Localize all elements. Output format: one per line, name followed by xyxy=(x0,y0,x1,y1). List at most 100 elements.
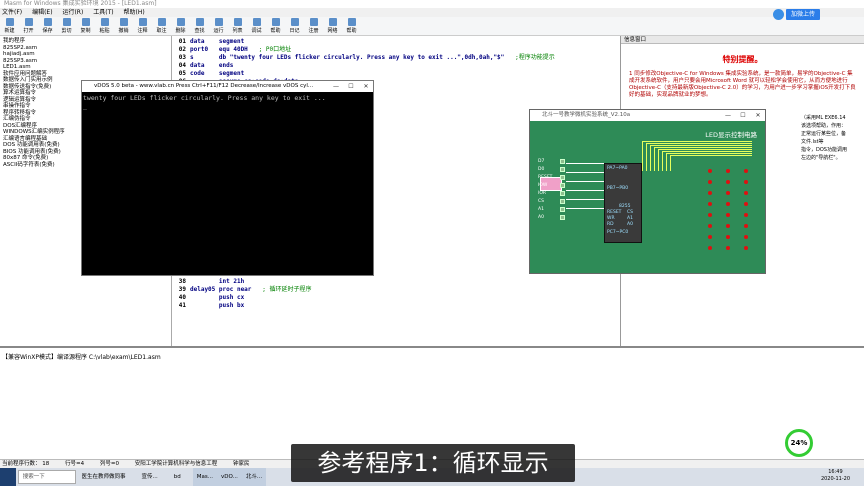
toolbar-icon xyxy=(195,18,204,26)
toolbar-button[interactable]: 撤销 xyxy=(114,17,133,36)
toolbar-button[interactable]: 网络 xyxy=(323,17,342,36)
info-panel-note: 正常运行某些位，备 xyxy=(801,131,847,137)
clock-date: 2020-11-20 xyxy=(820,476,850,482)
circuit-wire xyxy=(566,181,604,182)
taskbar-clock[interactable]: 16:49 2020-11-20 xyxy=(821,469,850,483)
toolbar-button[interactable]: 粘贴 xyxy=(95,17,114,36)
menu-file[interactable]: 文件(F) xyxy=(2,9,22,16)
code-text: push bx xyxy=(190,302,245,309)
bus-switch[interactable] xyxy=(560,183,565,188)
led-indicator xyxy=(708,235,712,239)
taskbar-task[interactable]: bd xyxy=(170,468,185,486)
circuit-wire xyxy=(566,172,604,173)
clock-time: 16:49 xyxy=(828,469,843,475)
toolbar-button-label: 帮助 xyxy=(270,28,281,34)
line-number: 41 xyxy=(178,302,186,309)
code-comment: ; P0口地址 xyxy=(258,46,292,53)
taskbar-search-box[interactable]: 搜索一下 xyxy=(17,470,76,484)
user-avatar-icon[interactable] xyxy=(773,9,784,20)
bus-switch[interactable] xyxy=(560,175,565,180)
toolbar-icon xyxy=(328,18,337,26)
minimize-button[interactable]: — xyxy=(721,110,735,121)
toolbar-button[interactable]: 查找 xyxy=(190,17,209,36)
bus-switch[interactable] xyxy=(560,191,565,196)
bus-switch[interactable] xyxy=(560,215,565,220)
close-button[interactable]: ✕ xyxy=(359,81,373,92)
code-line: 02 port0 equ 40DH ; P0口地址 xyxy=(172,46,620,54)
menu-run[interactable]: 运行(R) xyxy=(62,9,83,16)
led-indicator xyxy=(726,202,730,206)
toolbar-button[interactable]: 调试 xyxy=(247,17,266,36)
taskbar-task[interactable]: Mas... xyxy=(192,468,217,486)
toolbar-button[interactable]: 取注 xyxy=(152,17,171,36)
taskbar-task[interactable]: 医生在教师做同事 xyxy=(78,468,130,486)
circuit-wire xyxy=(646,143,752,144)
toolbar-button[interactable]: 帮助 xyxy=(266,17,285,36)
led-indicator xyxy=(744,246,748,250)
close-button[interactable]: ✕ xyxy=(751,110,765,121)
toolbar-icon xyxy=(252,18,261,26)
code-line: 01 data segment xyxy=(172,38,620,46)
toolbar-button[interactable]: 列表 xyxy=(228,17,247,36)
toolbar-button[interactable]: 打开 xyxy=(19,17,38,36)
circuit-wire xyxy=(670,155,671,171)
menu-tools[interactable]: 工具(T) xyxy=(93,9,113,16)
toolbar-button[interactable]: 注释 xyxy=(133,17,152,36)
menu-edit[interactable]: 编辑(E) xyxy=(32,9,52,16)
chip-pin-label: PB7~PB0 xyxy=(607,186,629,191)
circuit-wire xyxy=(566,190,604,191)
chip-pin-label: CS xyxy=(627,210,633,215)
toolbar-icon xyxy=(81,18,90,26)
circuit-wire xyxy=(654,147,752,148)
toolbar-button[interactable]: 剪切 xyxy=(57,17,76,36)
output-text: 【兼容WinXP模式】编译源程序 C:\vlab\exam\LED1.asm xyxy=(2,354,161,361)
bus-switch[interactable] xyxy=(560,207,565,212)
circuit-wire xyxy=(566,208,604,209)
toolbar-button[interactable]: 复制 xyxy=(76,17,95,36)
toolbar-icon xyxy=(214,18,223,26)
toolbar-button-label: 新建 xyxy=(4,28,15,34)
toolbar-button[interactable]: 帮助 xyxy=(342,17,361,36)
vdos-window[interactable]: vDOS 5.0 beta - www.vlab.cn Press Ctrl+F… xyxy=(81,80,374,276)
info-panel-note: （采用ML EXE6.14 xyxy=(801,115,846,121)
led-indicator xyxy=(744,180,748,184)
menu-help[interactable]: 帮助(H) xyxy=(124,9,145,16)
code-text: data segment xyxy=(190,38,245,45)
line-number: 38 xyxy=(178,278,186,285)
toolbar-button-label: 查找 xyxy=(194,28,205,34)
taskbar-task[interactable] xyxy=(130,468,138,486)
led-indicator xyxy=(744,235,748,239)
line-number: 04 xyxy=(178,62,186,69)
toolbar-button[interactable]: 运行 xyxy=(209,17,228,36)
circuit-wire xyxy=(642,141,752,142)
toolbar-button[interactable]: 注册 xyxy=(304,17,323,36)
minimize-button[interactable]: — xyxy=(329,81,343,92)
taskbar-task[interactable]: vDO... xyxy=(216,468,242,486)
taskbar-task[interactable] xyxy=(185,468,193,486)
maximize-button[interactable]: ☐ xyxy=(736,110,750,121)
info-panel-title: 信息窗口 xyxy=(621,36,864,44)
chip-pin-label: A1 xyxy=(627,216,633,221)
bus-switch[interactable] xyxy=(560,159,565,164)
taskbar-task[interactable]: 宣传... xyxy=(138,468,162,486)
menu-bar: 文件(F) 编辑(E) 运行(R) 工具(T) 帮助(H) xyxy=(0,8,864,17)
simulator-window[interactable]: 北斗一号教学微机实验系统_V2.10a — ☐ ✕ LED显示控制电路 PA7~… xyxy=(529,109,766,274)
taskbar-task[interactable] xyxy=(162,468,170,486)
toolbar-button-label: 复制 xyxy=(80,28,91,34)
led-indicator xyxy=(726,169,730,173)
toolbar-button-label: 运行 xyxy=(213,28,224,34)
toolbar-button[interactable]: 删除 xyxy=(171,17,190,36)
toolbar-icon xyxy=(347,18,356,26)
video-subtitle: 参考程序1：循环显示 xyxy=(291,444,575,482)
led-indicator xyxy=(744,169,748,173)
status-line-count: 当前程序行数： 18 xyxy=(2,461,50,467)
toolbar-button[interactable]: 日记 xyxy=(285,17,304,36)
toolbar-button[interactable]: 新建 xyxy=(0,17,19,36)
bus-switch[interactable] xyxy=(560,167,565,172)
taskbar-task[interactable]: 北斗... xyxy=(241,468,267,486)
bus-switch[interactable] xyxy=(560,199,565,204)
maximize-button[interactable]: ☐ xyxy=(344,81,358,92)
start-button[interactable] xyxy=(0,468,16,486)
login-button[interactable]: 加微上传 xyxy=(786,9,820,20)
toolbar-button[interactable]: 保存 xyxy=(38,17,57,36)
